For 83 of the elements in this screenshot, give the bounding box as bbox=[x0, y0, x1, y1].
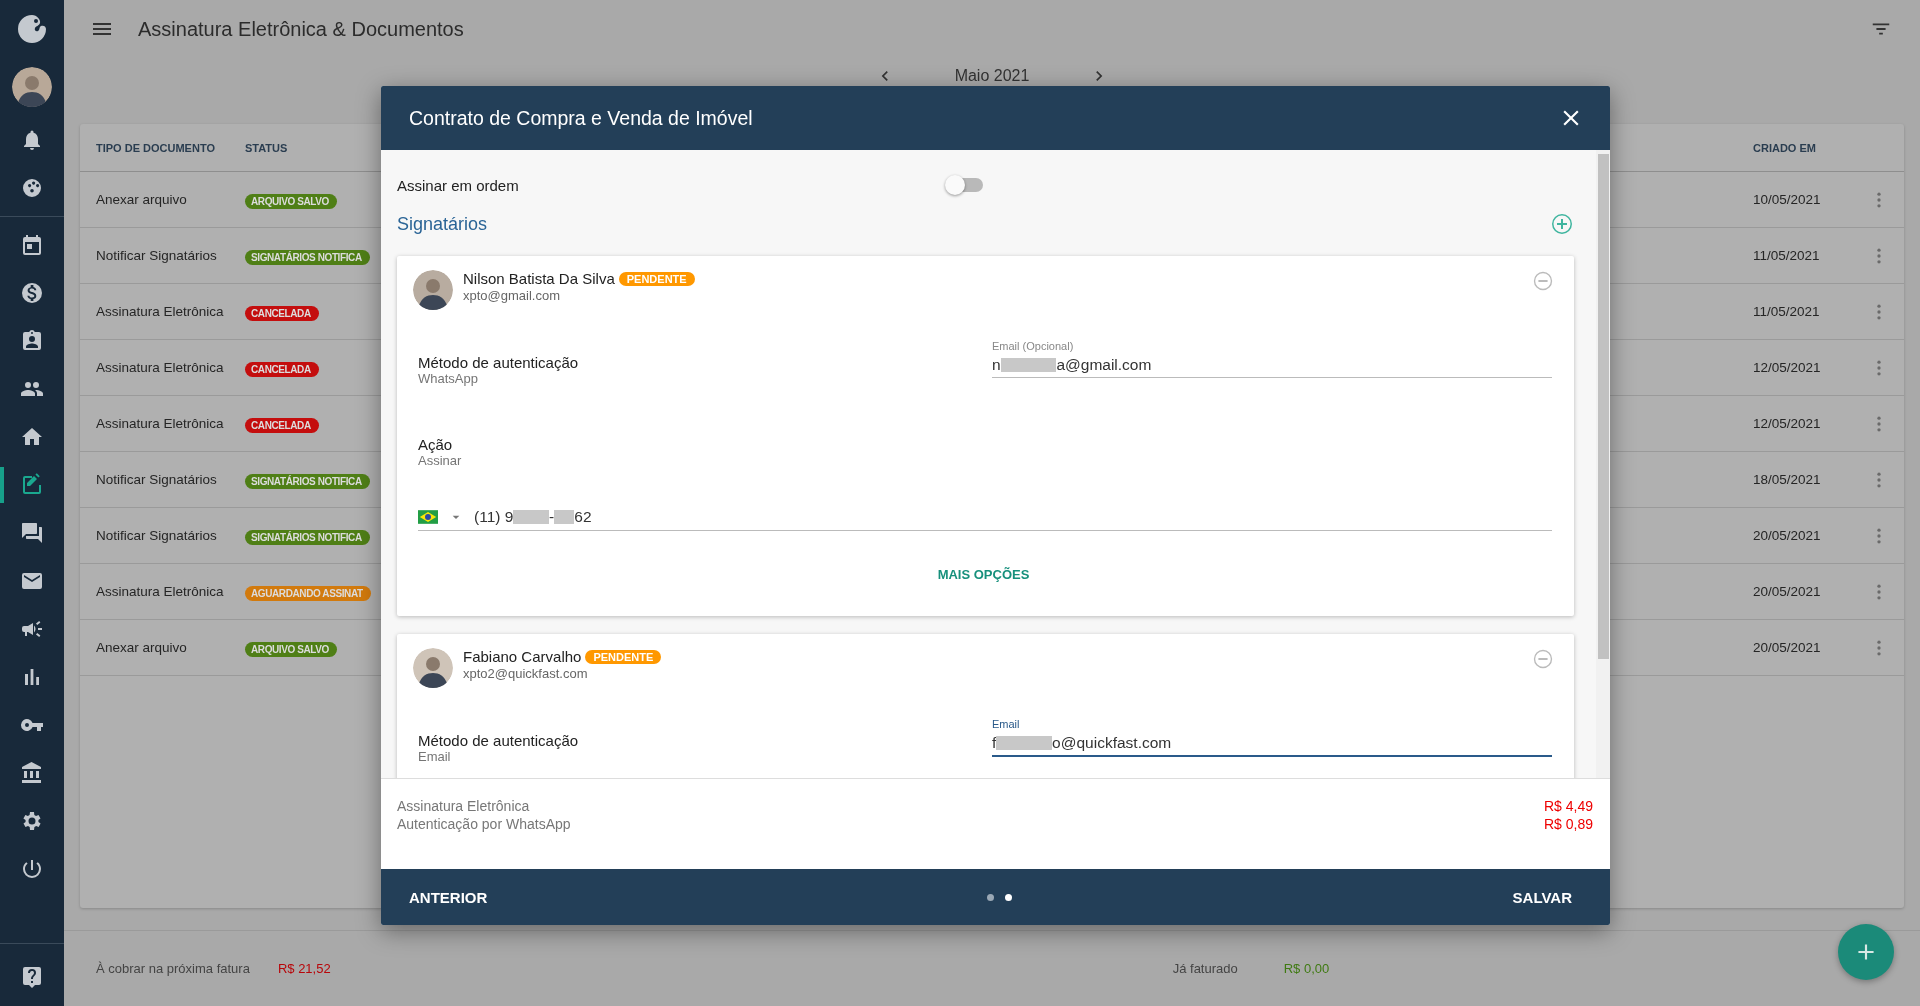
table-cell-text: Anexar arquivo bbox=[96, 192, 188, 207]
redacted-block bbox=[554, 510, 575, 524]
edit-icon[interactable] bbox=[20, 473, 44, 497]
avatar bbox=[413, 648, 453, 688]
billing-label: Já faturado bbox=[1172, 961, 1238, 976]
column-header: CRIADO EM bbox=[1753, 141, 1817, 154]
section-title: Signatários bbox=[397, 213, 489, 235]
power-icon[interactable] bbox=[20, 857, 44, 881]
billing-label: À cobrar na próxima fatura bbox=[96, 961, 250, 976]
table-cell-text: Notificar Signatários bbox=[96, 248, 218, 263]
status-badge: ARQUIVO SALVO bbox=[245, 641, 337, 657]
field-label: Método de autenticação bbox=[418, 732, 580, 749]
status-badge: SIGNATÁRIOS NOTIFICA bbox=[245, 473, 370, 489]
page-dot[interactable] bbox=[1005, 893, 1013, 901]
billing-amount: R$ 0,00 bbox=[1283, 961, 1330, 976]
table-cell-text: Assinatura Eletrônica bbox=[96, 360, 225, 375]
cost-label: Autenticação por WhatsApp bbox=[397, 815, 571, 833]
page-title: Assinatura Eletrônica & Documentos bbox=[138, 17, 464, 41]
calendar-icon[interactable] bbox=[20, 233, 44, 257]
signer-name: Nilson Batista Da Silva bbox=[463, 270, 615, 287]
status-badge: CANCELADA bbox=[245, 305, 319, 321]
email-field[interactable]: Email (Opcional) n a@gmail.com bbox=[992, 340, 1552, 378]
help-icon[interactable] bbox=[20, 965, 44, 989]
page-dot[interactable] bbox=[987, 893, 995, 901]
table-cell-text: Notificar Signatários bbox=[96, 528, 218, 543]
avatar bbox=[413, 270, 453, 310]
signer-email: xpto2@quickfast.com bbox=[463, 666, 589, 681]
table-cell-text: Anexar arquivo bbox=[96, 640, 188, 655]
table-cell-text: 12/05/2021 bbox=[1753, 360, 1822, 375]
id-badge-icon[interactable] bbox=[20, 329, 44, 353]
table-cell-text: Assinatura Eletrônica bbox=[96, 304, 225, 319]
redacted-block bbox=[996, 736, 1053, 750]
table-cell-text: 11/05/2021 bbox=[1753, 304, 1821, 319]
table-cell-text: 20/05/2021 bbox=[1753, 584, 1822, 599]
field-label: Método de autenticação bbox=[418, 354, 580, 371]
signer-name: Fabiano Carvalho bbox=[463, 648, 582, 665]
email-field[interactable]: Email f o@quickfast.com bbox=[992, 718, 1552, 757]
toggle-label: Assinar em ordem bbox=[397, 176, 520, 194]
dollar-icon[interactable] bbox=[20, 281, 44, 305]
table-cell-text: 20/05/2021 bbox=[1753, 640, 1822, 655]
logo-icon[interactable] bbox=[16, 13, 48, 45]
billing-amount: R$ 21,52 bbox=[277, 961, 331, 976]
scrollbar[interactable] bbox=[1596, 150, 1610, 778]
dialog-title: Contrato de Compra e Venda de Imóvel bbox=[409, 106, 754, 130]
column-header: STATUS bbox=[245, 141, 289, 154]
table-cell-text: 11/05/2021 bbox=[1753, 248, 1821, 263]
table-cell-text: 20/05/2021 bbox=[1753, 528, 1822, 543]
table-cell-text: Assinatura Eletrônica bbox=[96, 584, 225, 599]
chat-icon[interactable] bbox=[20, 521, 44, 545]
bank-icon[interactable] bbox=[20, 761, 44, 785]
table-cell-text: Notificar Signatários bbox=[96, 472, 218, 487]
field-value: Email bbox=[418, 749, 452, 764]
column-header: TIPO DE DOCUMENTO bbox=[96, 141, 216, 154]
status-badge: ARQUIVO SALVO bbox=[245, 193, 337, 209]
flag-icon bbox=[418, 510, 438, 524]
palette-icon[interactable] bbox=[20, 176, 44, 200]
cost-value: R$ 4,49 bbox=[1543, 797, 1593, 815]
status-badge: AGUARDANDO ASSINAT bbox=[245, 585, 371, 601]
table-cell-text: 18/05/2021 bbox=[1753, 472, 1822, 487]
status-badge: CANCELADA bbox=[245, 417, 319, 433]
month-label: Maio 2021 bbox=[954, 67, 1030, 85]
redacted-block bbox=[1000, 358, 1057, 372]
cost-value: R$ 0,89 bbox=[1543, 815, 1593, 833]
field-value: WhatsApp bbox=[418, 371, 479, 386]
back-button[interactable]: ANTERIOR bbox=[399, 880, 498, 914]
status-badge: SIGNATÁRIOS NOTIFICA bbox=[245, 529, 370, 545]
toggle-switch[interactable] bbox=[947, 178, 983, 192]
status-badge: CANCELADA bbox=[245, 361, 319, 377]
status-badge: SIGNATÁRIOS NOTIFICA bbox=[245, 249, 370, 265]
table-cell-text: 12/05/2021 bbox=[1753, 416, 1822, 431]
status-badge: PENDENTE bbox=[618, 272, 695, 286]
status-badge: PENDENTE bbox=[585, 650, 662, 664]
avatar[interactable] bbox=[12, 67, 52, 107]
signer-email: xpto@gmail.com bbox=[463, 288, 561, 303]
field-value: Assinar bbox=[418, 453, 463, 468]
table-cell-text: 10/05/2021 bbox=[1753, 192, 1822, 207]
table-cell-text: Assinatura Eletrônica bbox=[96, 416, 225, 431]
cost-label: Assinatura Eletrônica bbox=[397, 797, 531, 815]
redacted-block bbox=[513, 510, 549, 524]
field-label: Ação bbox=[418, 436, 454, 453]
more-options-button[interactable]: MAIS OPÇÕES bbox=[929, 563, 1038, 586]
save-button[interactable]: SALVAR bbox=[1502, 880, 1582, 914]
phone-field[interactable]: (11) 9 - 62 bbox=[474, 508, 592, 526]
